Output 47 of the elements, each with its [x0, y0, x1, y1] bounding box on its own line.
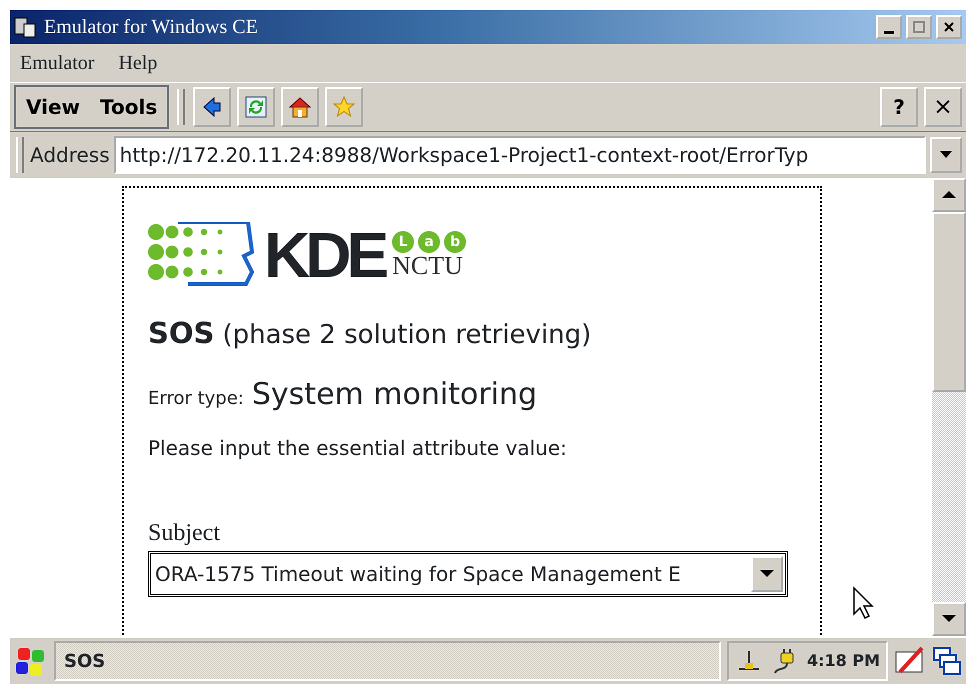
field-label: Subject: [148, 518, 221, 548]
logo-badge: a: [418, 231, 440, 253]
logo-badge: b: [444, 231, 466, 253]
scroll-up-button[interactable]: [932, 178, 966, 212]
refresh-icon: [244, 95, 268, 119]
close-icon: [942, 20, 956, 34]
close-button[interactable]: ×: [924, 87, 962, 127]
refresh-button[interactable]: [237, 87, 276, 127]
up-arrow-icon: [942, 191, 956, 199]
minimize-button[interactable]: [876, 15, 902, 39]
home-button[interactable]: [281, 87, 320, 127]
scroll-down-button[interactable]: [932, 602, 966, 636]
back-button[interactable]: [193, 87, 232, 127]
caret-icon: [760, 570, 774, 578]
star-button[interactable]: [325, 87, 364, 127]
star-icon: [332, 95, 356, 119]
help-button[interactable]: ?: [880, 87, 918, 127]
menu-item[interactable]: Emulator: [20, 48, 94, 78]
error-type-value: System monitoring: [252, 376, 538, 414]
windows-icon[interactable]: [932, 646, 962, 676]
close-button[interactable]: [936, 15, 962, 39]
input-panel-icon[interactable]: [894, 646, 926, 676]
window-title: Emulator for Windows CE: [44, 15, 259, 40]
logo-badge: L: [392, 231, 414, 253]
caret-icon: [940, 151, 952, 159]
page-subtitle: (phase 2 solution retrieving): [222, 319, 592, 352]
pointer-icon: [852, 586, 874, 620]
logo-subtitle: NCTU: [392, 253, 464, 279]
logo-text: KDE: [264, 223, 384, 287]
page-title: SOS: [148, 315, 214, 352]
error-type-label: Error type:: [148, 386, 244, 410]
minimize-icon: [884, 30, 894, 34]
subject-select[interactable]: ORA-1575 Timeout waiting for Space Management E: [148, 550, 788, 596]
address-field[interactable]: http://172.20.11.24:8988/Workspace1-Project1-context-root/ErrorTyp: [114, 136, 926, 174]
clock-text: 4:18 PM: [806, 650, 880, 672]
app-icon: [14, 16, 36, 38]
prompt-text: Please input the essential attribute value:: [148, 434, 568, 462]
toolbar-grip[interactable]: [16, 137, 24, 173]
taskbar-task[interactable]: SOS: [54, 641, 721, 681]
home-icon: [288, 95, 312, 119]
scroll-thumb[interactable]: [932, 212, 966, 392]
down-arrow-icon: [942, 615, 956, 623]
dropdown-button[interactable]: [930, 137, 962, 173]
toolbar-grip[interactable]: [177, 89, 186, 125]
address-label: Address: [30, 142, 110, 169]
menu-item[interactable]: Help: [118, 48, 158, 78]
maximize-icon: [912, 20, 926, 34]
